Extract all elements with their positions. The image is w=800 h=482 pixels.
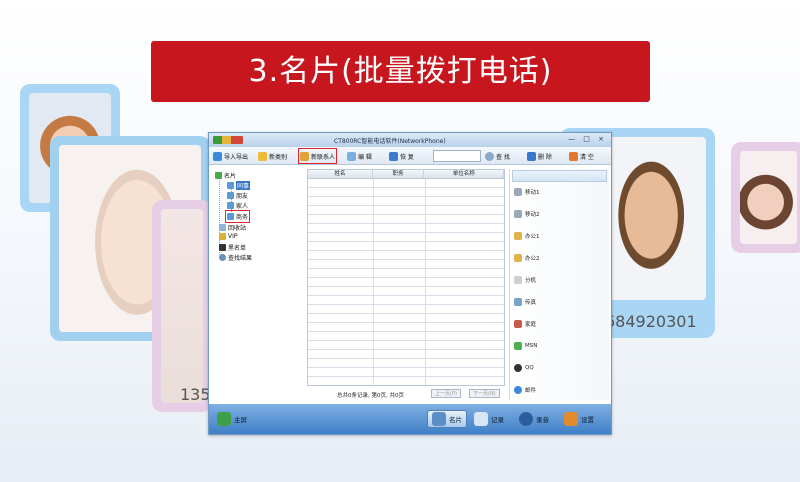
prev-page-button[interactable]: 上一页(P) [431,389,461,398]
phone-number-left: 135 [180,385,211,404]
column-header-company[interactable]: 单位名称 [424,170,504,178]
tree-node-colleague[interactable]: 同事 [227,181,251,190]
office-phone-icon [514,254,522,262]
tree-node-business[interactable]: 商务 [224,210,251,223]
window-controls[interactable]: — □ × [568,135,607,143]
contact-detail-panel: 移动1 移动2 办公1 办公2 分机 传真 家庭 MSN QQ 邮件 [509,169,609,400]
home-screen-icon [217,412,231,426]
phone-number-right: 684920301 [605,312,697,331]
tree-node-vip[interactable]: VIP [219,233,238,240]
record-status: 总共0条记录, 第0页, 共0页 [337,393,404,399]
mobile-icon [514,210,522,218]
field-fax[interactable]: 传真 [514,298,536,306]
field-email[interactable]: 邮件 [514,386,536,394]
group-icon [227,182,234,189]
import-export-icon [213,151,222,161]
tree-node-search-results[interactable]: 查找结果 [219,253,252,262]
search-input[interactable] [433,150,481,162]
delete-button[interactable]: 删 除 [527,150,552,162]
nav-record[interactable]: 记录 [474,410,504,428]
contacts-table: 姓名 职务 单位名称 [307,169,505,386]
edit-icon [347,151,356,161]
field-home[interactable]: 家庭 [514,320,536,328]
card-folder-icon [215,172,222,179]
field-office2[interactable]: 办公2 [514,254,540,262]
new-contact-button[interactable]: 新联系人 [297,148,338,164]
group-icon [227,202,234,209]
mobile-icon [514,188,522,196]
import-export-button[interactable]: 导入导出 [213,150,248,162]
field-office1[interactable]: 办公1 [514,232,540,240]
bottom-nav-bar: 主屏 名片 记录 录音 设置 [209,404,611,434]
tree-node-recycle[interactable]: 回收站 [219,223,246,232]
recording-icon [519,412,533,426]
photo-frame-left [152,200,212,412]
tree-node-family[interactable]: 家人 [227,201,248,210]
vip-icon [219,233,226,240]
msn-icon [514,342,522,350]
column-header-name[interactable]: 姓名 [308,170,373,178]
pager: 总共0条记录, 第0页, 共0页 上一页(P) 下一页(N) [307,388,505,400]
search-icon [219,254,226,261]
nav-settings[interactable]: 设置 [564,410,594,428]
nav-home[interactable]: 主屏 [217,410,247,428]
edit-button[interactable]: 编 辑 [347,150,372,162]
add-contact-icon [300,151,309,161]
tree-node-friend[interactable]: 朋友 [227,191,248,200]
recycle-bin-icon [219,224,226,231]
field-mobile1[interactable]: 移动1 [514,188,540,196]
column-header-title[interactable]: 职务 [373,170,425,178]
folder-icon [258,151,267,161]
clear-button[interactable]: 清 空 [569,150,594,162]
window-system-icons [213,136,243,144]
field-qq[interactable]: QQ [514,364,534,372]
table-rows[interactable] [308,179,504,385]
home-icon [514,320,522,328]
delete-icon [527,151,536,161]
app-window: CT800RC智能电话软件(NetworkPhone) — □ × 导入导出 新… [208,132,612,435]
detail-header [512,170,607,182]
clear-icon [569,151,578,161]
nav-recording[interactable]: 录音 [519,410,549,428]
field-extension[interactable]: 分机 [514,276,536,284]
card-icon [432,412,446,426]
restore-button[interactable]: 恢 复 [389,150,414,162]
photo-frame-woman-right [731,142,800,253]
new-category-button[interactable]: 新类别 [258,150,287,162]
office-phone-icon [514,232,522,240]
next-page-button[interactable]: 下一页(N) [469,389,500,398]
group-icon [227,192,234,199]
title-bar: CT800RC智能电话软件(NetworkPhone) — □ × [209,133,611,147]
email-icon [514,386,522,394]
toolbar: 导入导出 新类别 新联系人 编 辑 恢 复 查 找 删 除 清 空 [209,147,611,165]
record-icon [474,412,488,426]
field-msn[interactable]: MSN [514,342,537,350]
window-title: CT800RC智能电话软件(NetworkPhone) [334,138,446,145]
category-tree: 名片 同事 朋友 家人 商务 回收站 VIP 黑名单 查找结果 [215,169,307,404]
restore-icon [389,151,398,161]
table-header: 姓名 职务 单位名称 [308,170,504,179]
nav-card[interactable]: 名片 [427,410,467,428]
banner-title: 3.名片(批量拨打电话) [151,41,650,102]
group-icon [227,213,234,220]
search-icon [485,151,494,161]
tree-node-blacklist[interactable]: 黑名单 [219,243,246,252]
extension-icon [514,276,522,284]
qq-icon [514,364,522,372]
fax-icon [514,298,522,306]
find-button[interactable]: 查 找 [485,150,510,162]
settings-icon [564,412,578,426]
tree-node-cards[interactable]: 名片 [215,171,236,180]
blacklist-icon [219,244,226,251]
field-mobile2[interactable]: 移动2 [514,210,540,218]
